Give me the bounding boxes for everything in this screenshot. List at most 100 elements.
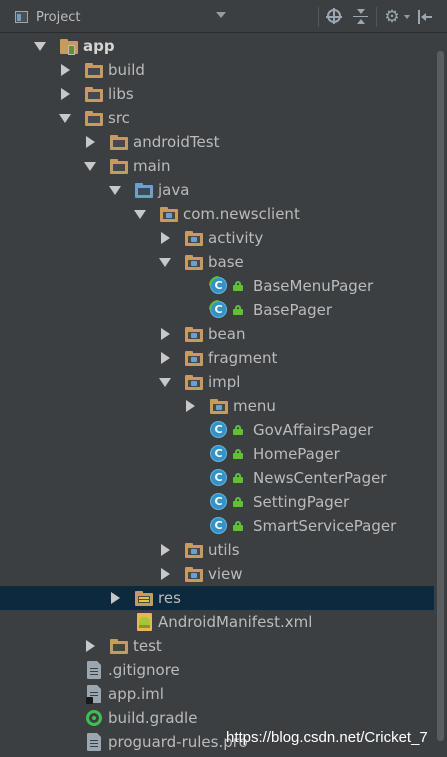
tree-node-androidmanifest[interactable]: AndroidManifest.xml: [0, 610, 434, 634]
project-view-title: Project: [36, 9, 81, 25]
tree-label: res: [158, 589, 181, 607]
collapse-arrow-icon[interactable]: [59, 64, 71, 76]
class-icon: C: [210, 493, 227, 510]
module-folder-icon: [60, 38, 78, 55]
tree-node-main[interactable]: main: [0, 154, 434, 178]
tree-label: HomePager: [253, 445, 340, 463]
tree-label: activity: [208, 229, 264, 247]
tree-node-build[interactable]: build: [0, 58, 434, 82]
folder-icon: [85, 62, 103, 79]
tree-label: impl: [208, 373, 241, 391]
expand-arrow-icon[interactable]: [109, 184, 121, 196]
collapse-all-icon[interactable]: [352, 8, 370, 26]
abstract-class-icon: C: [210, 301, 227, 318]
iml-file-icon: [86, 685, 101, 704]
tree-label: SmartServicePager: [253, 517, 397, 535]
tree-node-build-gradle[interactable]: build.gradle: [0, 706, 434, 730]
gear-icon[interactable]: ⚙: [383, 8, 401, 26]
project-view-icon: [14, 9, 30, 25]
tree-node-package[interactable]: com.newsclient: [0, 202, 434, 226]
expand-arrow-icon[interactable]: [59, 112, 71, 124]
collapse-arrow-icon[interactable]: [159, 232, 171, 244]
expand-arrow-icon[interactable]: [159, 256, 171, 268]
expand-arrow-icon[interactable]: [159, 376, 171, 388]
collapse-arrow-icon[interactable]: [84, 136, 96, 148]
tree-label: BaseMenuPager: [253, 277, 374, 295]
tree-label: fragment: [208, 349, 278, 367]
tree-node-basepager[interactable]: C BasePager: [0, 298, 434, 322]
expand-arrow-icon[interactable]: [134, 208, 146, 220]
tree-label: app: [83, 37, 115, 55]
android-manifest-icon: [137, 613, 152, 631]
tree-label: GovAffairsPager: [253, 421, 374, 439]
package-icon: [185, 374, 203, 391]
tree-node-fragment[interactable]: fragment: [0, 346, 434, 370]
tree-node-res[interactable]: res: [0, 586, 434, 610]
tree-label: app.iml: [108, 685, 164, 703]
tree-label: AndroidManifest.xml: [158, 613, 313, 631]
class-icon: C: [210, 445, 227, 462]
tree-node-base[interactable]: base: [0, 250, 434, 274]
package-icon: [185, 542, 203, 559]
package-icon: [160, 206, 178, 223]
lock-icon: [233, 473, 243, 483]
lock-icon: [233, 497, 243, 507]
tree-node-homepager[interactable]: C HomePager: [0, 442, 434, 466]
collapse-arrow-icon[interactable]: [159, 352, 171, 364]
folder-icon: [85, 86, 103, 103]
scrollbar-thumb[interactable]: [437, 51, 444, 741]
collapse-arrow-icon[interactable]: [184, 400, 196, 412]
test-folder-icon: [110, 638, 128, 655]
tree-node-utils[interactable]: utils: [0, 538, 434, 562]
tree-node-activity[interactable]: activity: [0, 226, 434, 250]
tree-node-libs[interactable]: libs: [0, 82, 434, 106]
project-view-selector[interactable]: Project: [14, 7, 80, 27]
text-file-icon: [87, 733, 101, 751]
collapse-arrow-icon[interactable]: [59, 88, 71, 100]
collapse-arrow-icon[interactable]: [159, 328, 171, 340]
tree-label: test: [133, 637, 162, 655]
toolbar-divider: [318, 7, 319, 27]
watermark: https://blog.csdn.net/Cricket_7: [226, 729, 428, 746]
vertical-scrollbar[interactable]: [434, 34, 447, 757]
expand-arrow-icon[interactable]: [34, 40, 46, 52]
package-icon: [210, 398, 228, 415]
collapse-arrow-icon[interactable]: [159, 544, 171, 556]
collapse-arrow-icon[interactable]: [159, 568, 171, 580]
tree-node-src[interactable]: src: [0, 106, 434, 130]
tree-node-newscenterpager[interactable]: C NewsCenterPager: [0, 466, 434, 490]
toolbar-divider: [376, 7, 377, 27]
expand-arrow-icon[interactable]: [84, 160, 96, 172]
abstract-class-icon: C: [210, 277, 227, 294]
tree-node-app[interactable]: app: [0, 34, 434, 58]
tree-node-govaffairspager[interactable]: C GovAffairsPager: [0, 418, 434, 442]
tree-node-menu[interactable]: menu: [0, 394, 434, 418]
view-dropdown-arrow-icon[interactable]: [216, 12, 226, 18]
tree-node-app-iml[interactable]: app.iml: [0, 682, 434, 706]
tree-node-test[interactable]: test: [0, 634, 434, 658]
tree-label: build.gradle: [108, 709, 198, 727]
project-toolbar: Project ⚙: [0, 0, 447, 33]
tree-label: java: [158, 181, 190, 199]
tree-label: view: [208, 565, 243, 583]
collapse-arrow-icon[interactable]: [84, 640, 96, 652]
tree-node-settingpager[interactable]: C SettingPager: [0, 490, 434, 514]
tree-node-bean[interactable]: bean: [0, 322, 434, 346]
tree-node-androidtest[interactable]: androidTest: [0, 130, 434, 154]
hide-panel-icon[interactable]: [416, 8, 434, 26]
tree-label: .gitignore: [108, 661, 180, 679]
tree-node-smartservicepager[interactable]: C SmartServicePager: [0, 514, 434, 538]
tree-label: build: [108, 61, 145, 79]
collapse-arrow-icon[interactable]: [109, 592, 121, 604]
lock-icon: [233, 425, 243, 435]
scroll-from-source-icon[interactable]: [326, 8, 344, 26]
tree-node-basemenupager[interactable]: C BaseMenuPager: [0, 274, 434, 298]
tree-node-java[interactable]: java: [0, 178, 434, 202]
tree-node-gitignore[interactable]: .gitignore: [0, 658, 434, 682]
package-icon: [185, 254, 203, 271]
tree-node-impl[interactable]: impl: [0, 370, 434, 394]
class-icon: C: [210, 421, 227, 438]
class-icon: C: [210, 469, 227, 486]
tree-node-view[interactable]: view: [0, 562, 434, 586]
gear-dropdown-icon[interactable]: [404, 15, 410, 19]
